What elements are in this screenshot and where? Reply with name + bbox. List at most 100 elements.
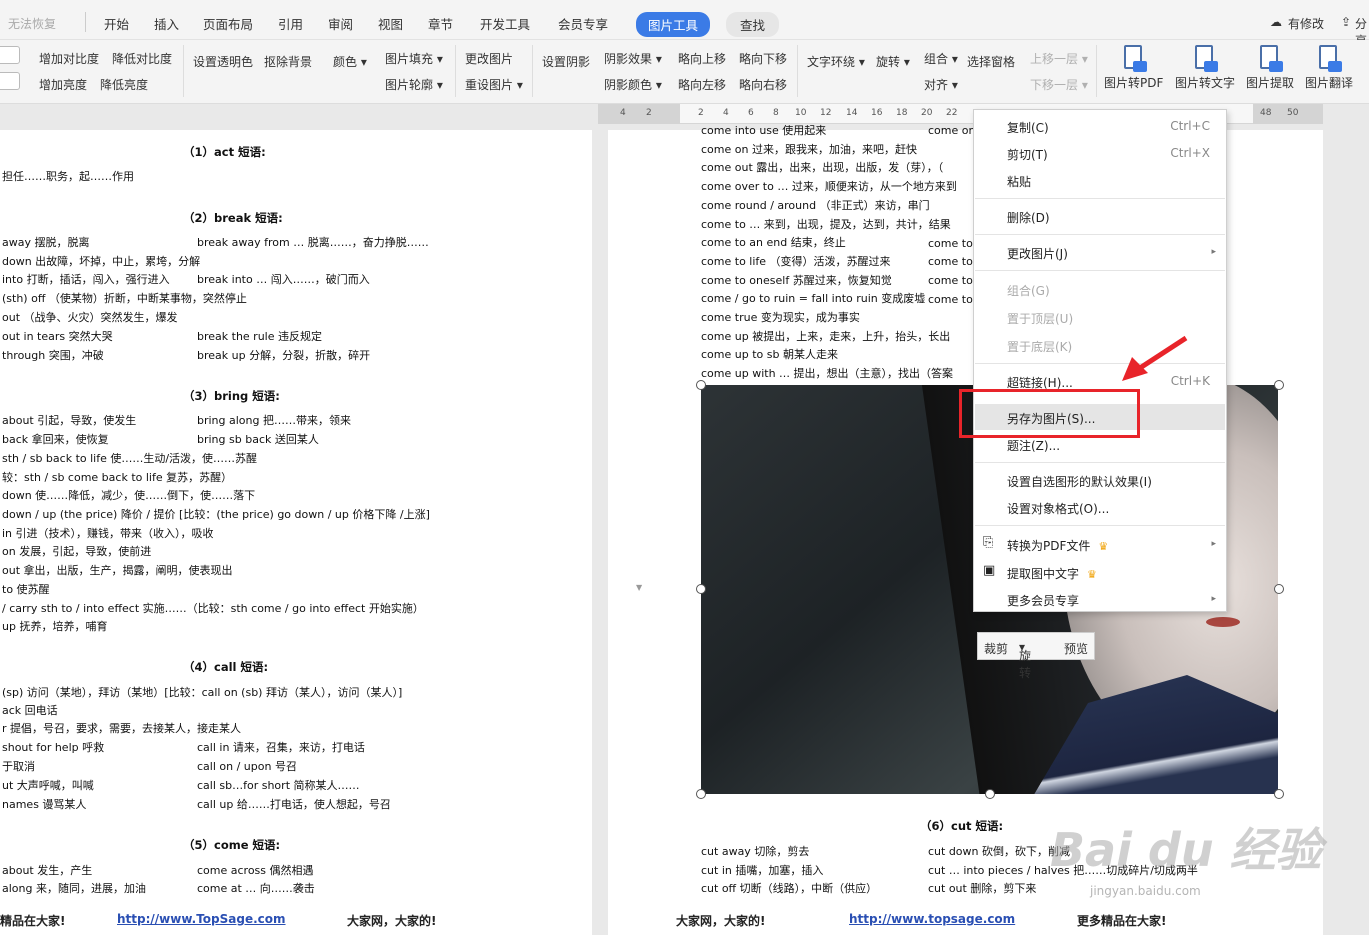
menu-item-delete[interactable]: 删除(D) (1007, 209, 1050, 226)
list-item: / carry sth to / into effect 实施……（比较：sth… (2, 602, 424, 615)
tab-member[interactable]: 会员专享 (558, 14, 608, 33)
menu-item-more-member[interactable]: 更多会员专享 (1007, 592, 1079, 609)
translate-icon (1316, 44, 1342, 72)
menu-item-format-object[interactable]: 设置对象格式(O)... (1007, 500, 1109, 517)
set-shadow-button[interactable]: 设置阴影 (542, 53, 590, 70)
menu-item-convert-pdf[interactable]: 转换为PDF文件 ♛ (1007, 537, 1108, 554)
menu-item-caption[interactable]: 题注(Z)... (1007, 437, 1060, 454)
list-item: break away from … 脱离……，奋力挣脱…… (197, 236, 429, 249)
menu-item-group[interactable]: 组合(G) (1007, 282, 1050, 299)
list-item: out in tears 突然大哭 (2, 330, 113, 343)
tab-page-layout[interactable]: 页面布局 (203, 14, 253, 33)
group-dropdown[interactable]: 组合 ▾ (924, 50, 958, 67)
rotate-dropdown[interactable]: 旋转 ▾ (876, 53, 910, 70)
resize-handle-w[interactable] (696, 584, 706, 594)
list-item: ut 大声呼喊，叫喊 (2, 779, 94, 792)
width-field[interactable] (0, 72, 20, 90)
nudge-up-button[interactable]: 略向上移 (678, 50, 726, 67)
text-wrap-dropdown[interactable]: 文字环绕 ▾ (807, 53, 865, 70)
picture-to-pdf-button[interactable]: 图片转PDF (1104, 44, 1163, 91)
picture-extract-button[interactable]: 图片提取 (1246, 44, 1294, 91)
shadow-color-dropdown[interactable]: 阴影颜色 ▾ (604, 76, 662, 93)
tab-review[interactable]: 审阅 (328, 14, 353, 33)
resize-handle-e[interactable] (1274, 584, 1284, 594)
menu-divider (975, 234, 1225, 235)
resize-handle-s[interactable] (985, 789, 995, 799)
nudge-down-button[interactable]: 略向下移 (739, 50, 787, 67)
divider (85, 12, 86, 32)
list-item: (sth) off （使某物）折断，中断某事物，突然停止 (2, 292, 247, 305)
tab-chapter[interactable]: 章节 (428, 14, 453, 33)
divider (532, 45, 533, 97)
send-backward-dropdown[interactable]: 下移一层 ▾ (1030, 76, 1088, 93)
ruler-number: 18 (896, 108, 908, 118)
ruler-number: 10 (795, 108, 807, 118)
right-footer-link[interactable]: http://www.topsage.com (849, 912, 1015, 926)
align-dropdown[interactable]: 对齐 ▾ (924, 76, 958, 93)
picture-translate-button[interactable]: 图片翻译 (1305, 44, 1353, 91)
menu-item-default-shape-effect[interactable]: 设置自选图形的默认效果(I) (1007, 473, 1152, 490)
to-pdf-label: 图片转PDF (1104, 76, 1164, 90)
list-item: cut in 插嘴，加塞，插入 (701, 864, 824, 877)
menu-item-paste[interactable]: 粘贴 (1007, 173, 1031, 190)
resize-handle-se[interactable] (1274, 789, 1284, 799)
list-item: call in 请来，召集，来访，打电话 (197, 741, 365, 754)
menu-item-cut[interactable]: 剪切(T) (1007, 146, 1048, 163)
resize-handle-ne[interactable] (1274, 380, 1284, 390)
picture-fill-dropdown[interactable]: 图片填充 ▾ (385, 50, 443, 67)
list-item: come to oneself 苏醒过来，恢复知觉 (701, 273, 892, 287)
section-heading: （1）act 短语: (183, 145, 266, 159)
menu-divider (975, 525, 1225, 526)
modified-status[interactable]: 有修改 (1288, 15, 1324, 32)
divider (183, 45, 184, 97)
picture-outline-dropdown[interactable]: 图片轮廓 ▾ (385, 76, 443, 93)
resize-handle-nw[interactable] (696, 380, 706, 390)
transparent-color-button[interactable]: 设置透明色 (193, 53, 253, 70)
tab-insert[interactable]: 插入 (154, 14, 179, 33)
change-picture-button[interactable]: 更改图片 (465, 50, 513, 67)
tab-developer[interactable]: 开发工具 (480, 14, 530, 33)
tab-bar: 无法恢复 开始 插入 页面布局 引用 审阅 视图 章节 开发工具 会员专享 图片… (0, 0, 1369, 48)
nudge-right-button[interactable]: 略向右移 (739, 76, 787, 93)
list-item: up 抚养，培养，哺育 (2, 620, 108, 633)
contrast-down-button[interactable]: 降低对比度 (112, 50, 172, 67)
ruler-number: 12 (820, 108, 832, 118)
remove-background-button[interactable]: 抠除背景 (264, 53, 312, 70)
list-item: break into … 闯入……，破门而入 (197, 273, 370, 286)
menu-item-copy[interactable]: 复制(C) (1007, 119, 1049, 136)
contrast-up-button[interactable]: 增加对比度 (39, 50, 99, 67)
tab-references[interactable]: 引用 (278, 14, 303, 33)
shadow-effect-label: 阴影效果 (604, 52, 653, 66)
resize-handle-sw[interactable] (696, 789, 706, 799)
section-heading: （5）come 短语: (183, 838, 281, 852)
left-footer-link[interactable]: http://www.TopSage.com (117, 912, 286, 926)
rotate-button[interactable]: 旋转 ▾ (1019, 640, 1031, 680)
selection-pane-button[interactable]: 选择窗格 (967, 53, 1015, 70)
nudge-left-button[interactable]: 略向左移 (678, 76, 726, 93)
brightness-down-button[interactable]: 降低亮度 (100, 76, 148, 93)
page-marker: ▼ (636, 583, 643, 592)
find-button[interactable]: 查找 (726, 12, 780, 37)
align-label: 对齐 (924, 78, 949, 92)
menu-item-bring-to-front[interactable]: 置于顶层(U) (1007, 310, 1073, 327)
bring-forward-dropdown[interactable]: 上移一层 ▾ (1030, 50, 1088, 67)
list-item: in 引进（技术），赚钱，带来（收入），吸收 (2, 527, 214, 540)
left-footer-text: 大家网，大家的! (347, 914, 437, 928)
brightness-up-button[interactable]: 增加亮度 (39, 76, 87, 93)
height-field[interactable] (0, 46, 20, 64)
reset-picture-dropdown[interactable]: 重设图片 ▾ (465, 76, 523, 93)
tab-picture-tools[interactable]: 图片工具 (636, 12, 711, 37)
menu-item-extract-text[interactable]: 提取图中文字 ♛ (1007, 565, 1097, 582)
preview-button[interactable]: 预览 (1064, 640, 1088, 657)
shadow-effect-dropdown[interactable]: 阴影效果 ▾ (604, 50, 662, 67)
crop-button[interactable]: 裁剪 (984, 640, 1008, 657)
menu-item-send-to-back[interactable]: 置于底层(K) (1007, 338, 1072, 355)
section-heading: （6）cut 短语: (920, 819, 1004, 833)
color-dropdown[interactable]: 颜色 ▾ (333, 53, 367, 70)
divider (455, 45, 456, 97)
list-item: out （战争、火灾）突然发生，爆发 (2, 311, 178, 324)
menu-item-change-picture[interactable]: 更改图片(J) (1007, 245, 1068, 262)
tab-view[interactable]: 视图 (378, 14, 403, 33)
picture-to-text-button[interactable]: 图片转文字 (1175, 44, 1235, 91)
tab-home[interactable]: 开始 (104, 14, 129, 33)
